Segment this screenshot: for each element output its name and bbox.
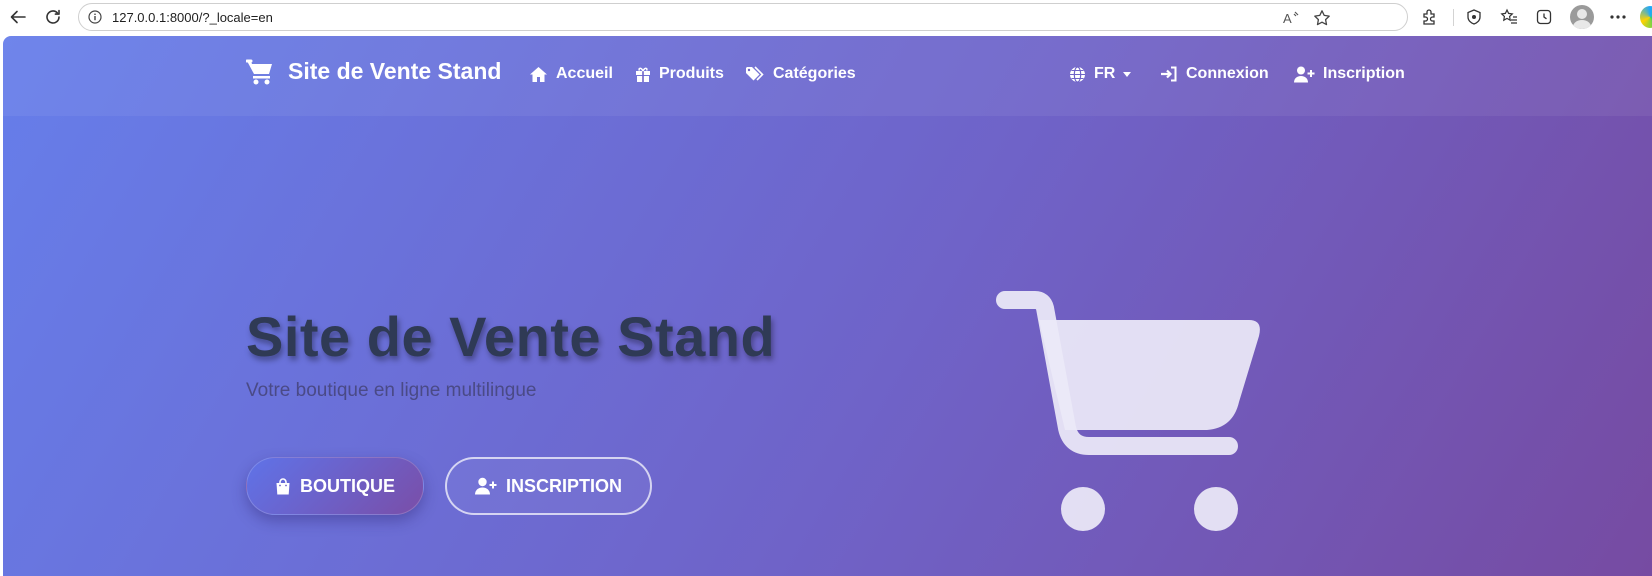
user-plus-icon <box>474 477 497 495</box>
brand-link[interactable]: Site de Vente Stand <box>246 58 501 85</box>
nav-link-home[interactable]: Accueil <box>529 65 613 83</box>
hero-subtitle: Votre boutique en ligne multilingue <box>246 380 537 401</box>
nav-link-categories[interactable]: Catégories <box>745 65 856 83</box>
extensions-icon[interactable] <box>1417 5 1441 29</box>
nav-link-home-label: Accueil <box>556 65 613 82</box>
cart-illustration-icon <box>996 291 1260 531</box>
browser-toolbar: 127.0.0.1:8000/?_locale=en A <box>0 0 1652 34</box>
address-bar[interactable]: 127.0.0.1:8000/?_locale=en A <box>78 3 1408 31</box>
nav-link-login[interactable]: Connexion <box>1160 65 1269 83</box>
nav-link-login-label: Connexion <box>1186 65 1269 82</box>
home-icon <box>530 66 547 82</box>
language-dropdown[interactable]: FR <box>1069 65 1132 83</box>
register-button-label: INSCRIPTION <box>505 475 622 496</box>
nav-link-register-label: Inscription <box>1323 65 1405 82</box>
nav-link-products-label: Produits <box>659 65 724 82</box>
shop-button-label: BOUTIQUE <box>299 475 395 496</box>
nav-link-categories-label: Catégories <box>773 65 856 82</box>
refresh-icon[interactable] <box>40 5 66 29</box>
sign-in-icon <box>1161 66 1177 82</box>
favorites-icon[interactable] <box>1497 5 1521 29</box>
more-icon[interactable] <box>1606 5 1630 29</box>
site-navbar: Site de Vente Stand Accueil Produits Cat… <box>3 36 1652 116</box>
info-icon[interactable] <box>88 10 102 24</box>
globe-icon <box>1070 65 1085 83</box>
register-button[interactable]: INSCRIPTION <box>445 457 652 515</box>
nav-link-register[interactable]: Inscription <box>1294 65 1405 83</box>
svg-text:A: A <box>1283 11 1292 26</box>
browser-essentials-icon[interactable] <box>1462 5 1486 29</box>
history-icon[interactable] <box>1532 5 1556 29</box>
user-plus-icon <box>1294 66 1315 82</box>
shopping-bag-icon <box>276 477 290 494</box>
cart-icon <box>246 59 272 84</box>
shop-button[interactable]: BOUTIQUE <box>246 457 424 515</box>
favorite-star-icon[interactable] <box>1312 8 1332 28</box>
back-arrow-icon[interactable] <box>5 5 31 29</box>
read-aloud-icon[interactable]: A <box>1281 8 1301 28</box>
chevron-down-icon <box>1123 71 1132 77</box>
toolbar-divider <box>1453 9 1454 26</box>
profile-avatar[interactable] <box>1570 5 1594 29</box>
url-text[interactable]: 127.0.0.1:8000/?_locale=en <box>112 10 273 25</box>
edge-copilot-icon[interactable] <box>1640 6 1652 28</box>
brand-name[interactable]: Site de Vente Stand <box>288 58 501 85</box>
hero-title: Site de Vente Stand <box>246 305 776 368</box>
web-page: Site de Vente Stand Accueil Produits Cat… <box>3 36 1652 576</box>
gift-icon <box>636 67 650 82</box>
tags-icon <box>746 66 764 81</box>
nav-link-products[interactable]: Produits <box>635 65 724 83</box>
language-label: FR <box>1094 65 1116 82</box>
